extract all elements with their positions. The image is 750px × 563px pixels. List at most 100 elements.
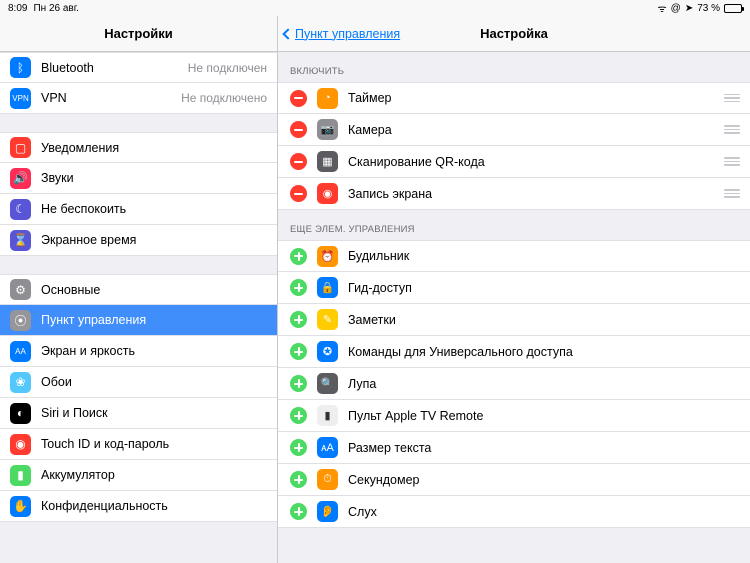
control-item[interactable]: ◔ Таймер xyxy=(278,82,750,114)
control-item[interactable]: ⏰ Будильник xyxy=(278,240,750,272)
sidebar-item-group1-0[interactable]: ᛒBluetoothНе подключен xyxy=(0,52,277,83)
back-button[interactable]: Пункт управления xyxy=(278,27,400,41)
app-icon: ⏰ xyxy=(317,246,338,267)
control-item[interactable]: ᴀA Размер текста xyxy=(278,432,750,464)
control-item-label: Таймер xyxy=(348,91,714,105)
add-button[interactable] xyxy=(290,279,307,296)
sidebar-item-group3-0[interactable]: ⚙ Основные xyxy=(0,274,277,305)
sidebar-item-group3-2[interactable]: AAЭкран и яркость xyxy=(0,336,277,367)
control-item[interactable]: ▮ Пульт Apple TV Remote xyxy=(278,400,750,432)
add-button[interactable] xyxy=(290,471,307,488)
drag-handle[interactable] xyxy=(724,157,740,166)
sidebar-item-group2-1[interactable]: 🔊 Звуки xyxy=(0,163,277,194)
remove-button[interactable] xyxy=(290,121,307,138)
flower-icon: ❀ xyxy=(10,372,31,393)
remove-button[interactable] xyxy=(290,153,307,170)
app-icon: ᴀA xyxy=(317,437,338,458)
control-item[interactable]: ✪ Команды для Универсального доступа xyxy=(278,336,750,368)
control-item[interactable]: ▦ Сканирование QR-кода xyxy=(278,146,750,178)
finger-icon: ◉ xyxy=(10,434,31,455)
sidebar-item-label: Основные xyxy=(41,283,267,297)
sidebar-item-label: Пункт управления xyxy=(41,313,267,327)
detail-pane: Пункт управления Настройка Включить ◔Тай… xyxy=(278,16,750,563)
battery-icon xyxy=(724,4,742,13)
drag-handle[interactable] xyxy=(724,189,740,198)
control-item[interactable]: ◉ Запись экрана xyxy=(278,178,750,210)
app-icon: 🔒 xyxy=(317,277,338,298)
sidebar-item-label: Звуки xyxy=(41,171,267,185)
add-button[interactable] xyxy=(290,343,307,360)
hourglass-icon: ⌛ xyxy=(10,230,31,251)
hand-icon: ✋ xyxy=(10,496,31,517)
sidebar-item-group3-5[interactable]: ◉ Touch ID и код-пароль xyxy=(0,429,277,460)
sidebar-title: Настройки xyxy=(0,26,277,41)
sidebar-item-group3-1[interactable]: ⦿ Пункт управления xyxy=(0,305,277,336)
bell-icon: ▢ xyxy=(10,137,31,158)
app-icon: ▦ xyxy=(317,151,338,172)
control-item-label: Сканирование QR-кода xyxy=(348,155,714,169)
control-item[interactable]: ⏱ Секундомер xyxy=(278,464,750,496)
sound-icon: 🔊 xyxy=(10,168,31,189)
control-item-label: Будильник xyxy=(348,249,740,263)
sidebar-item-label: VPN xyxy=(41,91,171,105)
add-button[interactable] xyxy=(290,375,307,392)
add-button[interactable] xyxy=(290,503,307,520)
add-button[interactable] xyxy=(290,248,307,265)
control-item[interactable]: 🔍 Лупа xyxy=(278,368,750,400)
sidebar-item-group2-0[interactable]: ▢Уведомления xyxy=(0,132,277,163)
AA-icon: AA xyxy=(10,341,31,362)
status-date: Пн 26 авг. xyxy=(33,3,78,14)
app-icon: ▮ xyxy=(317,405,338,426)
sidebar-header: Настройки xyxy=(0,16,277,52)
control-item-label: Команды для Универсального доступа xyxy=(348,345,740,359)
location-icon: ➤ xyxy=(685,3,693,14)
status-time: 8:09 xyxy=(8,3,27,14)
sidebar-item-label: Touch ID и код-пароль xyxy=(41,437,267,451)
moon-icon: ☾ xyxy=(10,199,31,220)
sidebar-item-group3-4[interactable]: ◐ Siri и Поиск xyxy=(0,398,277,429)
app-icon: 📷 xyxy=(317,119,338,140)
sidebar-item-label: Обои xyxy=(41,375,267,389)
control-item-label: Пульт Apple TV Remote xyxy=(348,409,740,423)
app-icon: ✎ xyxy=(317,309,338,330)
settings-sidebar: Настройки ᛒBluetoothНе подключенVPNVPNНе… xyxy=(0,16,278,563)
app-icon: 🔍 xyxy=(317,373,338,394)
section-more-header: Еще элем. управления xyxy=(278,210,750,240)
drag-handle[interactable] xyxy=(724,125,740,134)
control-item-label: Секундомер xyxy=(348,473,740,487)
detail-header: Пункт управления Настройка xyxy=(278,16,750,52)
remove-button[interactable] xyxy=(290,90,307,107)
control-item[interactable]: 🔒 Гид-доступ xyxy=(278,272,750,304)
control-item-label: Размер текста xyxy=(348,441,740,455)
sidebar-item-group2-2[interactable]: ☾Не беспокоить xyxy=(0,194,277,225)
sidebar-item-group3-3[interactable]: ❀ Обои xyxy=(0,367,277,398)
control-item-label: Лупа xyxy=(348,377,740,391)
app-icon: ◉ xyxy=(317,183,338,204)
sidebar-item-detail: Не подключено xyxy=(181,91,267,105)
control-item[interactable]: 📷Камера xyxy=(278,114,750,146)
sidebar-item-group1-1[interactable]: VPNVPNНе подключено xyxy=(0,83,277,114)
sidebar-item-group2-3[interactable]: ⌛Экранное время xyxy=(0,225,277,256)
app-icon: 👂 xyxy=(317,501,338,522)
back-label: Пункт управления xyxy=(295,27,400,41)
switches-icon: ⦿ xyxy=(10,310,31,331)
app-icon: ◔ xyxy=(317,88,338,109)
status-bar: 8:09 Пн 26 авг. ᯤ @ ➤ 73 % xyxy=(0,0,750,16)
add-button[interactable] xyxy=(290,311,307,328)
control-item-label: Запись экрана xyxy=(348,187,714,201)
sidebar-item-group3-6[interactable]: ▮Аккумулятор xyxy=(0,460,277,491)
sidebar-item-group3-7[interactable]: ✋Конфиденциальность xyxy=(0,491,277,522)
sidebar-item-label: Siri и Поиск xyxy=(41,406,267,420)
app-icon: ⏱ xyxy=(317,469,338,490)
drag-handle[interactable] xyxy=(724,94,740,103)
siri-icon: ◐ xyxy=(10,403,31,424)
add-button[interactable] xyxy=(290,439,307,456)
control-item-label: Слух xyxy=(348,505,740,519)
add-button[interactable] xyxy=(290,407,307,424)
app-icon: ✪ xyxy=(317,341,338,362)
gear-icon: ⚙ xyxy=(10,279,31,300)
control-item[interactable]: ✎Заметки xyxy=(278,304,750,336)
control-item[interactable]: 👂 Слух xyxy=(278,496,750,528)
control-item-label: Гид-доступ xyxy=(348,281,740,295)
remove-button[interactable] xyxy=(290,185,307,202)
